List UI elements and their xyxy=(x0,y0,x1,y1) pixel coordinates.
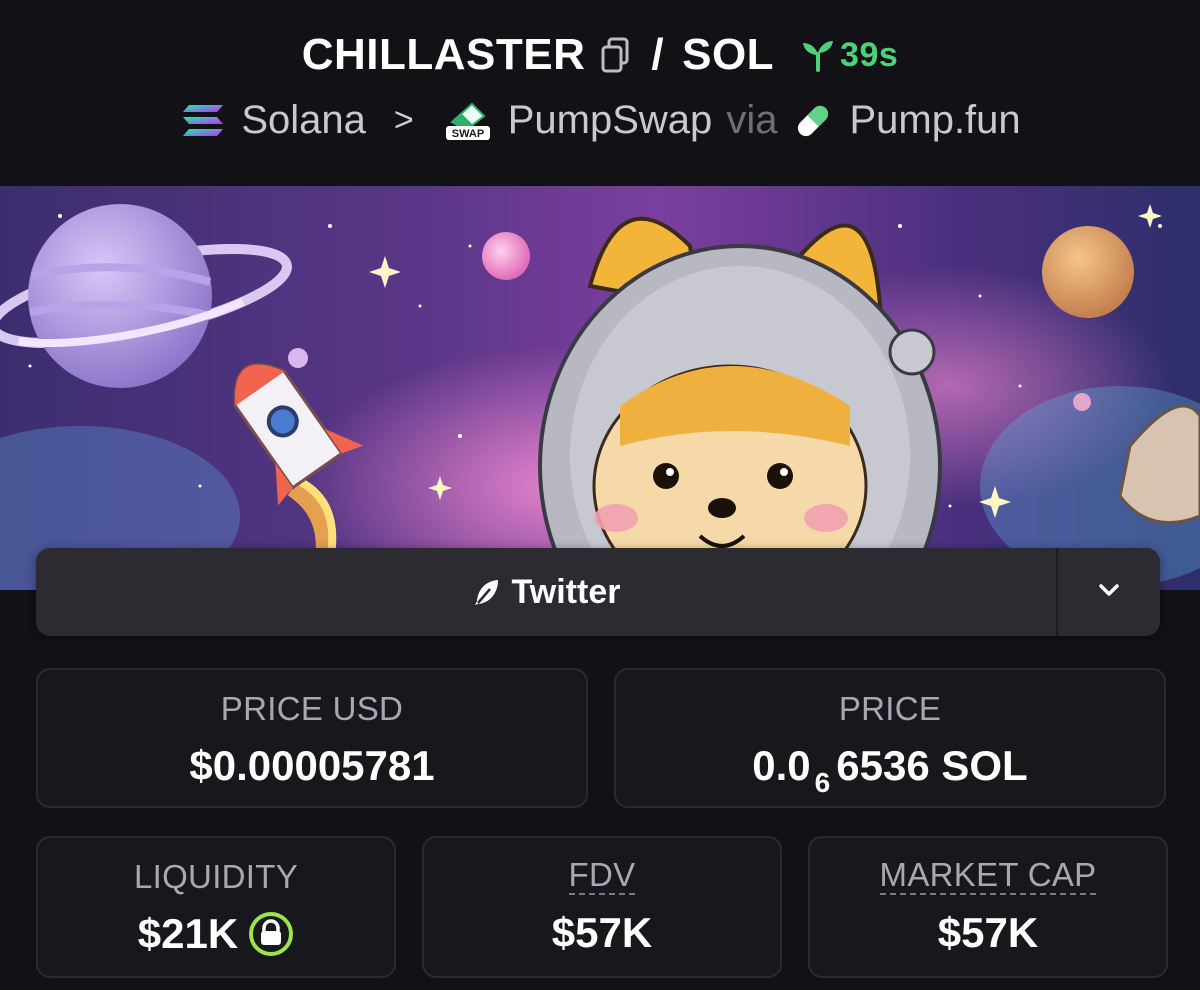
pair-header: CHILLASTER / SOL 39s Solana > SWAP PumpS… xyxy=(0,0,1200,186)
chevron-down-icon xyxy=(1096,581,1122,604)
lock-icon[interactable] xyxy=(248,911,294,957)
fdv-card[interactable]: FDV $57K xyxy=(422,836,782,978)
pair-age-badge: 39s xyxy=(800,36,898,75)
liquidity-value: $21K xyxy=(137,910,239,957)
market-cap-value: $57K xyxy=(937,909,1039,956)
price-zero-count: 6 xyxy=(814,767,831,798)
pumpswap-icon: SWAP xyxy=(442,100,494,142)
breadcrumb-separator: > xyxy=(393,101,414,139)
fdv-value: $57K xyxy=(551,909,653,956)
price-usd-value: $0.00005781 xyxy=(189,742,435,789)
price-native-card: PRICE 0.0 6 6536 SOL xyxy=(614,668,1166,808)
sprout-icon xyxy=(800,38,836,72)
copy-icon[interactable] xyxy=(599,35,633,75)
dex-link[interactable]: PumpSwap xyxy=(508,98,713,143)
liquidity-label: LIQUIDITY xyxy=(133,858,299,895)
svg-text:SWAP: SWAP xyxy=(452,128,484,140)
price-native-label: PRICE xyxy=(838,690,942,727)
price-usd-label: PRICE USD xyxy=(220,690,404,727)
token-banner-image xyxy=(0,186,1200,590)
price-native-value: 0.0 6 6536 SOL xyxy=(752,742,1028,798)
liquidity-value-row: $21K xyxy=(138,910,294,958)
market-cap-card[interactable]: MARKET CAP $57K xyxy=(808,836,1168,978)
fdv-label: FDV xyxy=(568,856,636,895)
quote-symbol: SOL xyxy=(682,30,775,79)
solana-icon xyxy=(179,101,227,141)
market-cap-label: MARKET CAP xyxy=(879,856,1097,895)
feather-icon xyxy=(472,577,502,607)
breadcrumb: Solana > SWAP PumpSwap via Pump.fun xyxy=(0,98,1200,143)
liquidity-card: LIQUIDITY $21K xyxy=(36,836,396,978)
token-symbol: CHILLASTER xyxy=(301,30,586,79)
more-links-dropdown[interactable] xyxy=(1058,548,1160,636)
price-suffix: 6536 SOL xyxy=(836,742,1028,789)
social-links-bar: Twitter xyxy=(36,548,1160,636)
price-prefix: 0.0 xyxy=(752,742,811,789)
twitter-label: Twitter xyxy=(511,572,621,611)
pair-title: CHILLASTER / SOL 39s xyxy=(0,30,1200,80)
chain-link[interactable]: Solana xyxy=(241,98,366,143)
pair-separator: / xyxy=(651,30,665,79)
twitter-button[interactable]: Twitter xyxy=(36,548,1056,636)
via-label: via xyxy=(726,98,778,142)
pair-age: 39s xyxy=(840,35,899,74)
price-usd-card: PRICE USD $0.00005781 xyxy=(36,668,588,808)
launchpad-link[interactable]: Pump.fun xyxy=(849,98,1020,143)
pill-icon xyxy=(791,100,835,142)
